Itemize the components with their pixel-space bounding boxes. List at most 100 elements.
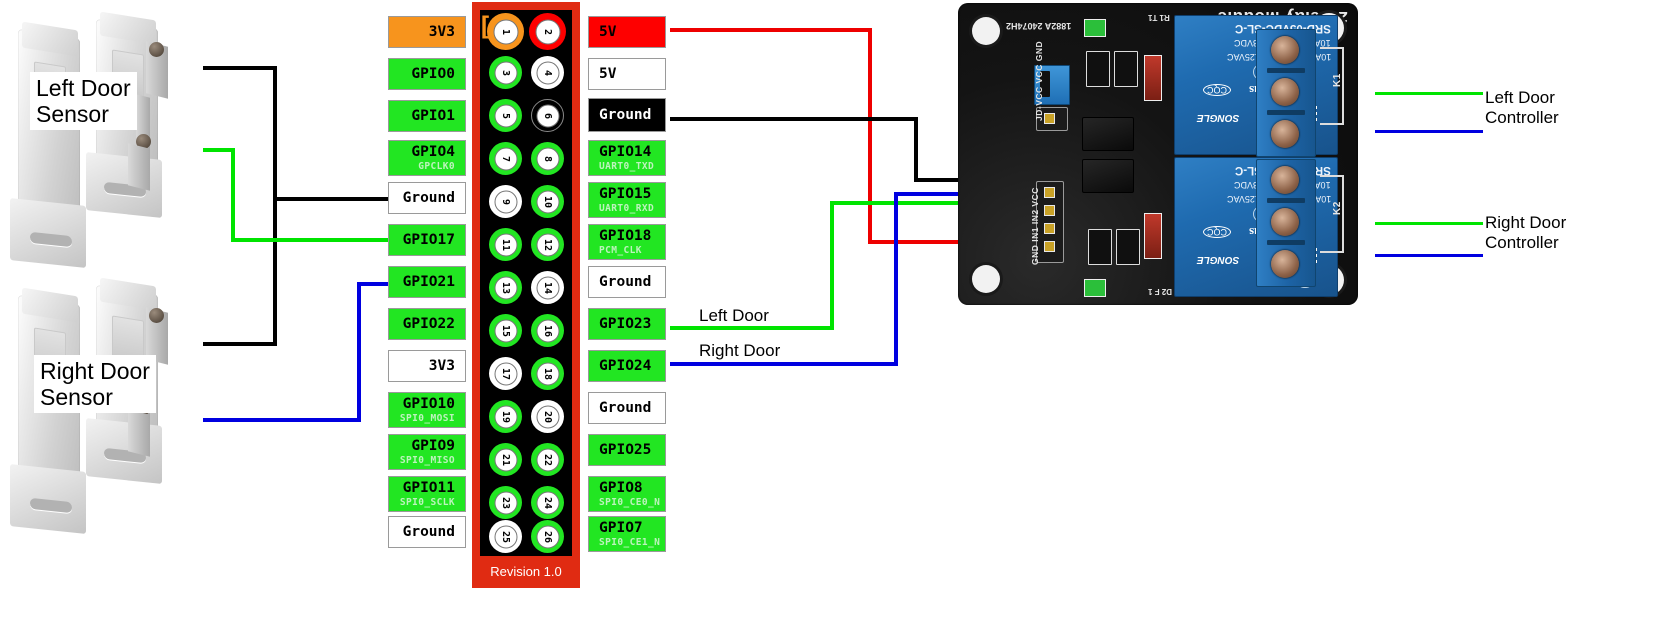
input-pad-vcc — [1044, 241, 1055, 252]
wire-green-gpio23-horizontal — [670, 326, 834, 330]
pin-label-gpio23: GPIO23 — [588, 308, 666, 340]
pin-alt-name: SPI0_MISO — [399, 455, 455, 466]
header-pin-25: 25 — [489, 520, 522, 553]
relay-silk-top: R1 T1 — [1148, 13, 1170, 22]
left-door-sensor-image — [8, 6, 218, 268]
pin-name: GPIO10 — [402, 396, 455, 412]
terminal-k2-nc — [1271, 166, 1299, 194]
pin-label-gpio14: GPIO14 UART0_TXD — [588, 140, 666, 176]
pin-label-gpio18: GPIO18 PCM_CLK — [588, 224, 666, 260]
pin-alt-name: UART0_RXD — [599, 203, 655, 214]
header-pin-22: 22 — [531, 443, 564, 476]
relay-board-code: 1882A 24074H2 — [1006, 21, 1072, 31]
header-pin-8: 8 — [531, 142, 564, 175]
pin-name: 5V — [599, 24, 617, 40]
pin-name: GPIO9 — [411, 438, 455, 454]
pin-label-gpio25: GPIO25 — [588, 434, 666, 466]
header-pin-5: 5 — [489, 99, 522, 132]
resistor-r3 — [1116, 229, 1140, 265]
header-pin-17: 17 — [489, 357, 522, 390]
screw-terminal-block-k1 — [1256, 29, 1316, 157]
wire-green-right-controller — [1375, 222, 1483, 225]
pin-name: 5V — [599, 66, 617, 82]
pin-label-3v3-p17: 3V3 — [388, 350, 466, 382]
terminal-k2-slot-1 — [1267, 198, 1305, 203]
diagram-canvas: Left Door Sensor Right Door Sensor 3V3 G… — [0, 0, 1658, 624]
jumper-silkscreen-label: JD-VCC VCC GND — [1034, 40, 1044, 121]
pin-label-gpio8: GPIO8 SPI0_CE0_N — [588, 476, 666, 512]
terminal-k2-no — [1271, 250, 1299, 278]
pin-label-ground-p14: Ground — [588, 266, 666, 298]
pin-number: 16 — [541, 324, 553, 337]
pin-label-gpio17: GPIO17 — [388, 224, 466, 256]
power-led-bottom — [1084, 279, 1106, 297]
wire-green-left-controller — [1375, 92, 1483, 95]
pin-name: Ground — [599, 107, 652, 123]
pin-number: 8 — [542, 155, 553, 162]
pin-name: GPIO11 — [402, 480, 455, 496]
pin-name: 3V3 — [428, 358, 455, 374]
pin-number: 20 — [541, 410, 553, 423]
wire-label-left-door: Left Door — [699, 306, 769, 325]
pin-label-gpio10: GPIO10 SPI0_MOSI — [388, 392, 466, 428]
pin-number: 23 — [499, 496, 511, 509]
pin-name: 3V3 — [428, 24, 455, 40]
wire-black-ground-vertical — [914, 117, 918, 181]
pin-number: 7 — [500, 155, 511, 162]
relay-can-1-cqc-mark: CQC — [1203, 84, 1231, 96]
pin-label-ground-p9: Ground — [388, 182, 466, 214]
terminal-k1-nc — [1271, 36, 1299, 64]
wire-black-to-ground-pin — [273, 197, 388, 201]
header-pin-14: 14 — [531, 271, 564, 304]
wire-red-vertical — [868, 28, 872, 244]
pin-label-gpio22: GPIO22 — [388, 308, 466, 340]
pin-number: 17 — [499, 367, 511, 380]
pin-name: GPIO14 — [599, 144, 652, 160]
wire-blue-gpio24-horizontal — [670, 362, 898, 366]
pin-label-gpio21: GPIO21 — [388, 266, 466, 298]
wire-red-to-relay-vcc — [868, 240, 958, 244]
pin-name: Ground — [402, 190, 455, 206]
pin-label-gpio1: GPIO1 — [388, 100, 466, 132]
pin-name: Ground — [402, 524, 455, 540]
pin-number: 2 — [542, 28, 553, 35]
header-pin-20: 20 — [531, 400, 564, 433]
wire-blue-right-to-gpio21 — [357, 282, 388, 286]
header-pin-10: 10 — [531, 185, 564, 218]
header-pin-15: 15 — [489, 314, 522, 347]
input-pad-gnd — [1044, 187, 1055, 198]
right-door-sensor-label: Right Door Sensor — [34, 355, 156, 413]
pin-name: GPIO22 — [402, 316, 455, 332]
power-led-top — [1084, 19, 1106, 37]
pin-number: 4 — [542, 69, 553, 76]
header-pin-18: 18 — [531, 357, 564, 390]
header-pin-2: 2 — [529, 13, 566, 50]
relay-can-1-brand: SONGLE — [1197, 112, 1240, 123]
header-pin-19: 19 — [489, 400, 522, 433]
relay-can-2-cqc-mark: CQC — [1203, 226, 1231, 238]
status-led-1 — [1144, 55, 1162, 101]
optocoupler-u1 — [1082, 117, 1134, 151]
wire-label-right-door: Right Door — [699, 341, 781, 360]
terminal-k2-slot-2 — [1267, 240, 1305, 245]
header-pin-12: 12 — [531, 228, 564, 261]
pin-name: GPIO8 — [599, 480, 643, 496]
pin-name: Ground — [599, 274, 652, 290]
header-pin-24: 24 — [531, 486, 564, 519]
resistor-r1 — [1086, 51, 1110, 87]
right-door-controller-label: Right Door Controller — [1485, 213, 1567, 252]
pin-label-5v-p4: 5V — [588, 58, 666, 90]
pin-number: 15 — [499, 324, 511, 337]
wire-blue-right-controller — [1375, 254, 1483, 257]
pin-name: GPIO15 — [599, 186, 652, 202]
wire-blue-right-vertical — [357, 282, 361, 422]
pin-name: GPIO18 — [599, 228, 652, 244]
pin-label-gpio15: GPIO15 UART0_RXD — [588, 182, 666, 218]
input-pad-in2 — [1044, 223, 1055, 234]
pin-name: GPIO24 — [599, 358, 652, 374]
pin-number: 11 — [499, 238, 511, 251]
pin-label-gpio7: GPIO7 SPI0_CE1_N — [588, 516, 666, 552]
mount-hole-bottom-left — [972, 265, 1000, 293]
header-pin-9: 9 — [489, 185, 522, 218]
wire-blue-left-controller — [1375, 130, 1483, 133]
